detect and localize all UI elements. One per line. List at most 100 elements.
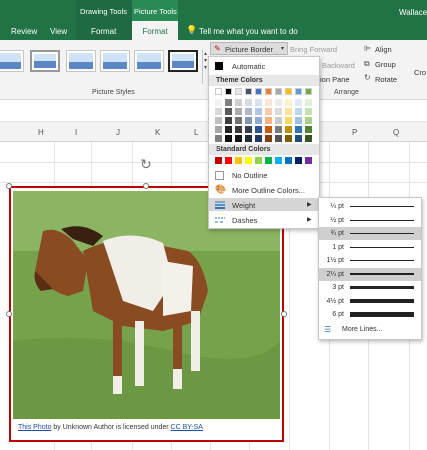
dashes-item[interactable]: Dashes ▶ [209,213,319,226]
more-outline-colors-item[interactable]: 🎨 More Outline Colors... [209,183,319,196]
no-outline-item[interactable]: No Outline [209,168,319,181]
theme-shade-swatch[interactable] [215,99,222,106]
theme-shade-swatch[interactable] [235,126,242,133]
theme-shade-swatch[interactable] [285,135,292,142]
weight-option[interactable]: 2¼ pt [319,267,421,281]
standard-color-swatch[interactable] [215,157,222,164]
theme-shade-swatch[interactable] [245,117,252,124]
theme-color-swatch[interactable] [245,88,252,95]
theme-shade-swatch[interactable] [245,135,252,142]
theme-shade-swatch[interactable] [215,108,222,115]
theme-shade-swatch[interactable] [275,99,282,106]
rotate-button[interactable]: Rotate [375,75,397,84]
theme-shade-swatch[interactable] [255,126,262,133]
column-header[interactable]: Q [393,128,399,137]
weight-option[interactable]: ¾ pt [319,227,421,240]
picture-style-thumb[interactable] [134,50,164,72]
resize-handle[interactable] [281,311,287,317]
column-header[interactable]: H [38,128,44,137]
theme-color-swatch[interactable] [255,88,262,95]
bring-forward-button[interactable]: Bring Forward [290,45,337,54]
theme-shade-swatch[interactable] [215,117,222,124]
theme-shade-swatch[interactable] [235,108,242,115]
tab-format-picture[interactable]: Format [132,21,178,40]
theme-shade-swatch[interactable] [275,117,282,124]
theme-shade-swatch[interactable] [285,108,292,115]
theme-shade-swatch[interactable] [275,135,282,142]
theme-color-swatch[interactable] [285,88,292,95]
standard-color-swatch[interactable] [305,157,312,164]
theme-shade-swatch[interactable] [235,99,242,106]
caption-license-link[interactable]: CC BY-SA [171,424,203,431]
more-lines-item[interactable]: ☰ More Lines... [322,324,418,337]
resize-handle[interactable] [6,183,12,189]
theme-shade-swatch[interactable] [265,135,272,142]
tab-view[interactable]: View [50,27,67,36]
theme-shade-swatch[interactable] [305,135,312,142]
theme-shade-swatch[interactable] [295,117,302,124]
theme-shade-swatch[interactable] [285,99,292,106]
theme-color-swatch[interactable] [275,88,282,95]
theme-shade-swatch[interactable] [285,126,292,133]
theme-shade-swatch[interactable] [245,126,252,133]
tab-review[interactable]: Review [11,27,37,36]
selection-pane-button[interactable]: ion Pane [320,75,350,84]
theme-shade-swatch[interactable] [245,99,252,106]
column-header[interactable]: J [116,128,120,137]
theme-color-swatch[interactable] [295,88,302,95]
theme-shade-swatch[interactable] [295,126,302,133]
theme-shade-swatch[interactable] [255,108,262,115]
theme-shade-swatch[interactable] [295,108,302,115]
standard-color-swatch[interactable] [295,157,302,164]
theme-shade-swatch[interactable] [225,108,232,115]
automatic-color-item[interactable]: Automatic [209,59,319,72]
weight-option[interactable]: 3 pt [319,281,421,294]
theme-shade-swatch[interactable] [225,135,232,142]
theme-shade-swatch[interactable] [305,108,312,115]
theme-shade-swatch[interactable] [265,117,272,124]
theme-color-swatch[interactable] [305,88,312,95]
standard-color-swatch[interactable] [225,157,232,164]
theme-shade-swatch[interactable] [255,99,262,106]
resize-handle[interactable] [6,311,12,317]
picture-border-button[interactable]: ✎ Picture Border ▾ [210,42,288,55]
theme-shade-swatch[interactable] [265,126,272,133]
resize-handle[interactable] [143,183,149,189]
theme-shade-swatch[interactable] [295,99,302,106]
theme-shade-swatch[interactable] [265,108,272,115]
picture-style-thumb[interactable] [30,50,60,72]
theme-shade-swatch[interactable] [245,108,252,115]
picture-style-thumb[interactable] [100,50,130,72]
rotate-handle-icon[interactable]: ↻ [140,156,152,173]
user-name[interactable]: Wallace [399,8,427,17]
standard-color-swatch[interactable] [275,157,282,164]
theme-color-swatch[interactable] [265,88,272,95]
caption-photo-link[interactable]: This Photo [18,424,51,431]
picture-style-thumb[interactable] [66,50,96,72]
theme-shade-swatch[interactable] [255,135,262,142]
standard-color-swatch[interactable] [245,157,252,164]
theme-shade-swatch[interactable] [305,117,312,124]
column-header[interactable]: I [75,128,77,137]
theme-shade-swatch[interactable] [235,117,242,124]
tab-format-drawing[interactable]: Format [91,27,116,36]
standard-color-swatch[interactable] [235,157,242,164]
weight-option[interactable]: 1½ pt [319,254,421,267]
weight-option[interactable]: 4½ pt [319,295,421,308]
crop-button[interactable]: Cro [414,68,426,77]
tell-me-box[interactable]: Tell me what you want to do [199,27,298,36]
theme-shade-swatch[interactable] [295,135,302,142]
picture-style-thumb[interactable] [0,50,24,72]
weight-option[interactable]: ¼ pt [319,200,421,213]
theme-shade-swatch[interactable] [225,99,232,106]
theme-color-swatch[interactable] [235,88,242,95]
theme-shade-swatch[interactable] [255,117,262,124]
theme-shade-swatch[interactable] [275,126,282,133]
align-button[interactable]: Align [375,45,392,54]
weight-option[interactable]: ½ pt [319,214,421,227]
weight-option[interactable]: 1 pt [319,241,421,254]
column-header[interactable]: L [194,128,198,137]
send-backward-button[interactable]: Backward [322,61,355,70]
theme-shade-swatch[interactable] [265,99,272,106]
standard-color-swatch[interactable] [265,157,272,164]
